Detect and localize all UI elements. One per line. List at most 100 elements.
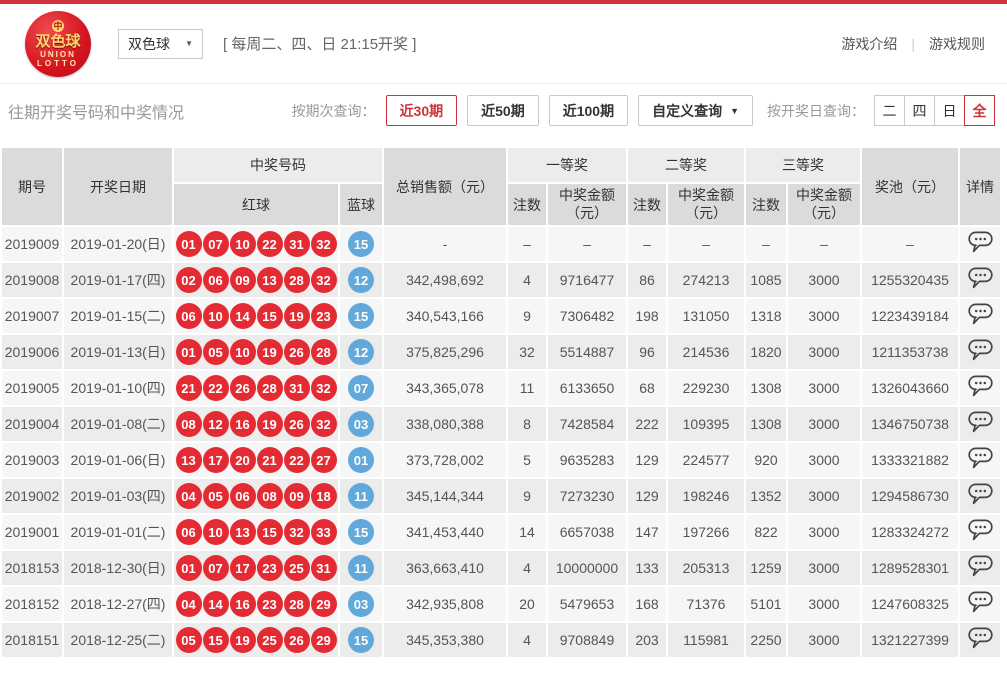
lottery-select[interactable]: 双色球 ▼ (118, 29, 203, 59)
blue-ball: 07 (348, 375, 374, 401)
p1-amount-cell: 10000000 (547, 550, 627, 586)
red-balls-cell: 020609132832 (173, 262, 339, 298)
date-cell: 2019-01-08(二) (63, 406, 173, 442)
red-ball: 13 (176, 447, 202, 473)
detail-comment-icon[interactable] (968, 483, 993, 506)
red-balls-cell: 040506080918 (173, 478, 339, 514)
lottery-select-value: 双色球 (128, 34, 170, 54)
issue-cell: 2018152 (1, 586, 63, 622)
p3-count-cell: 1259 (745, 550, 787, 586)
red-ball: 28 (257, 375, 283, 401)
detail-comment-icon[interactable] (968, 231, 993, 254)
red-ball: 21 (257, 447, 283, 473)
p2-count-cell: 129 (627, 478, 667, 514)
detail-comment-icon[interactable] (968, 411, 993, 434)
p3-count-cell: 1308 (745, 406, 787, 442)
detail-comment-icon[interactable] (968, 375, 993, 398)
date-cell: 2018-12-25(二) (63, 622, 173, 658)
red-ball: 28 (284, 591, 310, 617)
p2-count-cell: 222 (627, 406, 667, 442)
p1-amount-cell: 7428584 (547, 406, 627, 442)
logo-title: 双色球 (35, 34, 80, 49)
p2-count-cell: 129 (627, 442, 667, 478)
red-ball: 07 (203, 555, 229, 581)
detail-comment-icon[interactable] (968, 627, 993, 650)
filter-last50-button[interactable]: 近50期 (467, 95, 539, 126)
blue-ball: 15 (348, 303, 374, 329)
p1-amount-cell: 9635283 (547, 442, 627, 478)
p1-count-cell: – (507, 226, 547, 262)
date-cell: 2018-12-27(四) (63, 586, 173, 622)
issue-cell: 2019001 (1, 514, 63, 550)
red-ball: 12 (203, 411, 229, 437)
p3-amount-cell: 3000 (787, 622, 861, 658)
red-ball: 05 (203, 339, 229, 365)
results-table: 期号 开奖日期 中奖号码 总销售额（元） 一等奖 二等奖 三等奖 奖池（元） 详… (0, 146, 1002, 659)
game-intro-link[interactable]: 游戏介绍 (841, 34, 897, 54)
red-ball: 32 (311, 231, 337, 257)
detail-comment-icon[interactable] (968, 267, 993, 290)
day-sunday-button[interactable]: 日 (934, 95, 965, 126)
blue-ball: 15 (348, 519, 374, 545)
col-header-p3-count: 注数 (745, 183, 787, 226)
red-balls-cell: 081216192632 (173, 406, 339, 442)
col-header-blue-ball: 蓝球 (339, 183, 383, 226)
p2-count-cell: 86 (627, 262, 667, 298)
day-thursday-button[interactable]: 四 (904, 95, 935, 126)
p3-amount-cell: 3000 (787, 334, 861, 370)
table-row: 2018151 2018-12-25(二) 051519252629 15 34… (1, 622, 1001, 658)
detail-comment-icon[interactable] (968, 555, 993, 578)
p2-amount-cell: 197266 (667, 514, 745, 550)
pool-cell: 1223439184 (861, 298, 959, 334)
col-header-detail: 详情 (959, 147, 1001, 226)
sales-cell: 341,453,440 (383, 514, 507, 550)
p3-amount-cell: – (787, 226, 861, 262)
pool-cell: 1326043660 (861, 370, 959, 406)
red-ball: 22 (284, 447, 310, 473)
pool-cell: 1283324272 (861, 514, 959, 550)
blue-ball: 12 (348, 339, 374, 365)
blue-ball: 15 (348, 231, 374, 257)
red-ball: 17 (203, 447, 229, 473)
red-ball: 28 (311, 339, 337, 365)
detail-comment-icon[interactable] (968, 519, 993, 542)
p1-count-cell: 32 (507, 334, 547, 370)
table-row: 2019007 2019-01-15(二) 061014151923 15 34… (1, 298, 1001, 334)
red-ball: 22 (203, 375, 229, 401)
detail-comment-icon[interactable] (968, 303, 993, 326)
filter-last100-button[interactable]: 近100期 (549, 95, 628, 126)
p2-amount-cell: 198246 (667, 478, 745, 514)
red-ball: 33 (311, 519, 337, 545)
col-header-issue: 期号 (1, 147, 63, 226)
detail-comment-icon[interactable] (968, 339, 993, 362)
day-tuesday-button[interactable]: 二 (874, 95, 905, 126)
p3-count-cell: – (745, 226, 787, 262)
sales-cell: 342,935,808 (383, 586, 507, 622)
p3-amount-cell: 3000 (787, 586, 861, 622)
issue-cell: 2019004 (1, 406, 63, 442)
p2-amount-cell: 214536 (667, 334, 745, 370)
red-ball: 21 (176, 375, 202, 401)
sales-cell: 342,498,692 (383, 262, 507, 298)
detail-comment-icon[interactable] (968, 591, 993, 614)
red-ball: 20 (230, 447, 256, 473)
red-ball: 29 (311, 591, 337, 617)
p3-count-cell: 2250 (745, 622, 787, 658)
day-all-button[interactable]: 全 (964, 95, 995, 126)
red-ball: 23 (257, 591, 283, 617)
custom-query-dropdown[interactable]: 自定义查询 ▼ (638, 95, 753, 126)
results-tbody: 2019009 2019-01-20(日) 010710223132 15 - … (1, 226, 1001, 658)
red-ball: 13 (230, 519, 256, 545)
detail-comment-icon[interactable] (968, 447, 993, 470)
p1-count-cell: 11 (507, 370, 547, 406)
red-ball: 27 (311, 447, 337, 473)
p1-amount-cell: 6133650 (547, 370, 627, 406)
blue-ball: 03 (348, 591, 374, 617)
p1-count-cell: 4 (507, 262, 547, 298)
filter-last30-button[interactable]: 近30期 (386, 95, 458, 126)
game-rules-link[interactable]: 游戏规则 (929, 34, 985, 54)
red-ball: 10 (203, 303, 229, 329)
p2-count-cell: 133 (627, 550, 667, 586)
date-cell: 2019-01-06(日) (63, 442, 173, 478)
p2-count-cell: 96 (627, 334, 667, 370)
